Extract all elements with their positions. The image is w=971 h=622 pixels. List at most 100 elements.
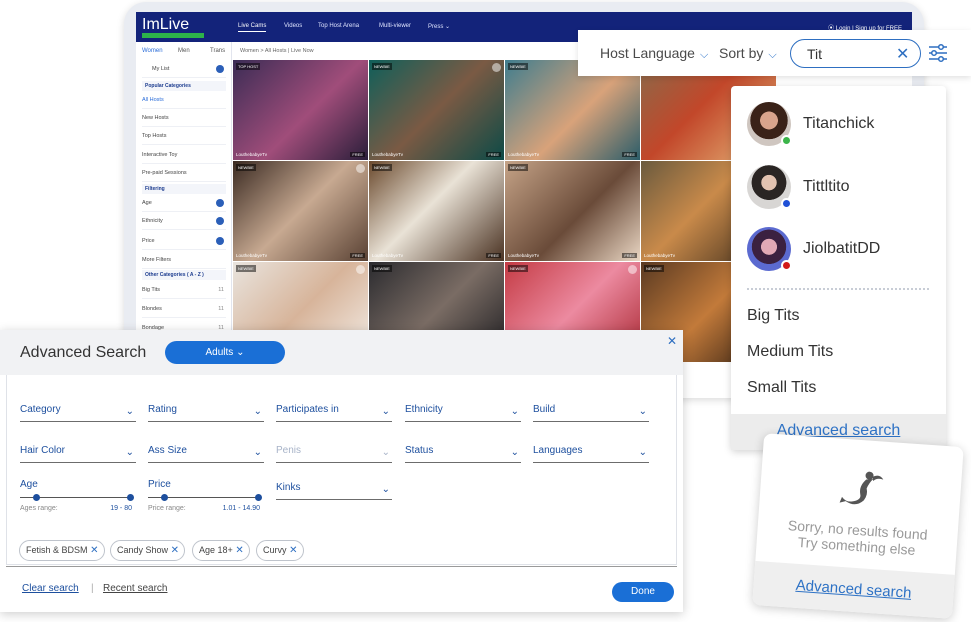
tile-action-icon[interactable] [356,265,365,274]
host-thumbnail[interactable]: NEWBIE LouthebabyeTv FREE [369,161,504,261]
suggestion-user[interactable]: JiolbatitDD [747,227,937,273]
sidebar-item-count: 11 [218,306,224,312]
host-name: LouthebabyeTv [236,253,268,258]
nav-press[interactable]: Press ⌄ [428,23,450,30]
breadcrumb[interactable]: Women > All Hosts | Live Now [240,48,314,54]
sidebar-item-top-hosts[interactable]: Top Hosts [142,127,226,145]
category-dropdown[interactable]: Category ⌄ [20,402,136,422]
sidebar-filter-ethnicity[interactable]: Ethnicity [142,212,226,230]
site-logo[interactable]: ImLive [142,16,189,34]
sidebar-item-prepaid[interactable]: Pre-paid Sessions [142,164,226,182]
remove-chip-icon[interactable]: ✕ [90,541,98,560]
host-badge: NEWBIE [372,63,392,70]
host-name: LouthebabyeTv [236,152,268,157]
remove-chip-icon[interactable]: ✕ [235,541,243,560]
field-label: Build [533,404,556,415]
slider-max-handle[interactable] [255,494,262,501]
filter-settings-icon[interactable] [927,42,949,64]
tile-action-icon[interactable] [356,164,365,173]
hair-color-dropdown[interactable]: Hair Color ⌄ [20,443,136,463]
chevron-down-icon: ⌵ [699,49,709,61]
field-label: Category [20,404,61,415]
age-label: Age [20,479,38,490]
divider [747,288,929,290]
suggestion-user[interactable]: Tittltito [747,165,937,211]
audience-dropdown[interactable]: Adults ⌄ [165,341,285,364]
advanced-search-link[interactable]: Advanced search [731,422,946,440]
sidebar-item-all-hosts[interactable]: All Hosts [142,91,226,109]
languages-dropdown[interactable]: Languages ⌄ [533,443,649,463]
sidebar-item-interactive-toy[interactable]: Interactive Toy [142,146,226,164]
suggestion-user[interactable]: Titanchick [747,102,937,148]
clear-search-link[interactable]: Clear search [22,583,79,594]
divider [6,566,677,567]
slider-max-handle[interactable] [127,494,134,501]
chevron-down-icon: ⌄ [125,447,134,458]
close-icon[interactable]: ✕ [667,334,677,348]
chevron-down-icon: ⌄ [510,406,519,417]
dot-icon [216,65,224,73]
filter-chip[interactable]: Fetish & BDSM ✕ [19,540,105,561]
host-name: LouthebabyeTv [508,152,540,157]
chevron-down-icon: ⌄ [125,406,134,417]
ass-size-dropdown[interactable]: Ass Size ⌄ [148,443,264,463]
remove-chip-icon[interactable]: ✕ [289,541,297,560]
remove-chip-icon[interactable]: ✕ [171,541,179,560]
host-thumbnail[interactable]: NEWBIE LouthebabyeTv FREE [369,60,504,160]
slider-min-handle[interactable] [161,494,168,501]
sidebar-item-label: Ethnicity [142,218,163,224]
sidebar-item-label: Top Hosts [142,133,167,139]
ethnicity-dropdown[interactable]: Ethnicity ⌄ [405,402,521,422]
sidebar-item-label: Age [142,200,152,206]
done-button[interactable]: Done [612,582,674,602]
free-badge: FREE [350,253,365,258]
nav-videos[interactable]: Videos [284,23,302,29]
slider-min-handle[interactable] [33,494,40,501]
sidebar-item-label: All Hosts [142,97,164,103]
filter-chip[interactable]: Curvy ✕ [256,540,304,561]
build-dropdown[interactable]: Build ⌄ [533,402,649,422]
free-badge: FREE [486,253,501,258]
host-language-dropdown[interactable]: Host Language ⌵ [600,45,708,62]
chevron-down-icon: ⌄ [381,406,390,417]
clear-search-icon[interactable]: ✕ [896,44,909,64]
suggestion-category[interactable]: Small Tits [747,379,816,397]
nav-live-cams[interactable]: Live Cams [238,23,267,32]
tab-men[interactable]: Men [178,48,190,54]
sidebar-item-new-hosts[interactable]: New Hosts [142,109,226,127]
sidebar-item-blondes[interactable]: Blondes 11 [142,300,226,318]
nav-multi-viewer[interactable]: Multi-viewer [379,23,411,29]
sidebar-item-my-list[interactable]: My List [142,60,226,78]
status-dropdown[interactable]: Status ⌄ [405,443,521,463]
tile-action-icon[interactable] [492,63,501,72]
chevron-down-icon: ⌄ [638,447,647,458]
tab-women[interactable]: Women [142,48,163,54]
nav-top-host-arena[interactable]: Top Host Arena [318,23,359,29]
field-label: Status [405,445,434,456]
sidebar-item-big-tits[interactable]: Big Tits 11 [142,281,226,299]
tab-trans[interactable]: Trans [210,48,225,54]
host-thumbnail[interactable]: NEWBIE LouthebabyeTv FREE [505,161,640,261]
host-badge: NEWBIE [236,265,256,272]
suggestion-category[interactable]: Medium Tits [747,343,833,361]
sidebar-filter-price[interactable]: Price [142,232,226,250]
sort-by-dropdown[interactable]: Sort by ⌵ [719,45,777,62]
participates-in-dropdown[interactable]: Participates in ⌄ [276,402,392,422]
dot-icon [216,237,224,245]
host-badge: TOP HOST [236,63,261,70]
advanced-search-title: Advanced Search [20,344,147,361]
kinks-dropdown[interactable]: Kinks ⌄ [276,480,392,500]
chevron-down-icon: ⌄ [381,484,390,495]
host-thumbnail[interactable]: NEWBIE LouthebabyeTv FREE [233,161,368,261]
sidebar-more-filters[interactable]: More Filters [142,251,226,269]
filter-chip[interactable]: Age 18+ ✕ [192,540,250,561]
filter-chip[interactable]: Candy Show ✕ [110,540,186,561]
penis-dropdown[interactable]: Penis ⌄ [276,443,392,463]
recent-search-link[interactable]: Recent search [103,583,167,594]
sidebar-filter-age[interactable]: Age [142,194,226,212]
tile-action-icon[interactable] [628,265,637,274]
suggestion-category[interactable]: Big Tits [747,307,799,325]
rating-dropdown[interactable]: Rating ⌄ [148,402,264,422]
advanced-search-link[interactable]: Advanced search [753,574,954,605]
host-thumbnail[interactable]: TOP HOST LouthebabyeTv FREE [233,60,368,160]
